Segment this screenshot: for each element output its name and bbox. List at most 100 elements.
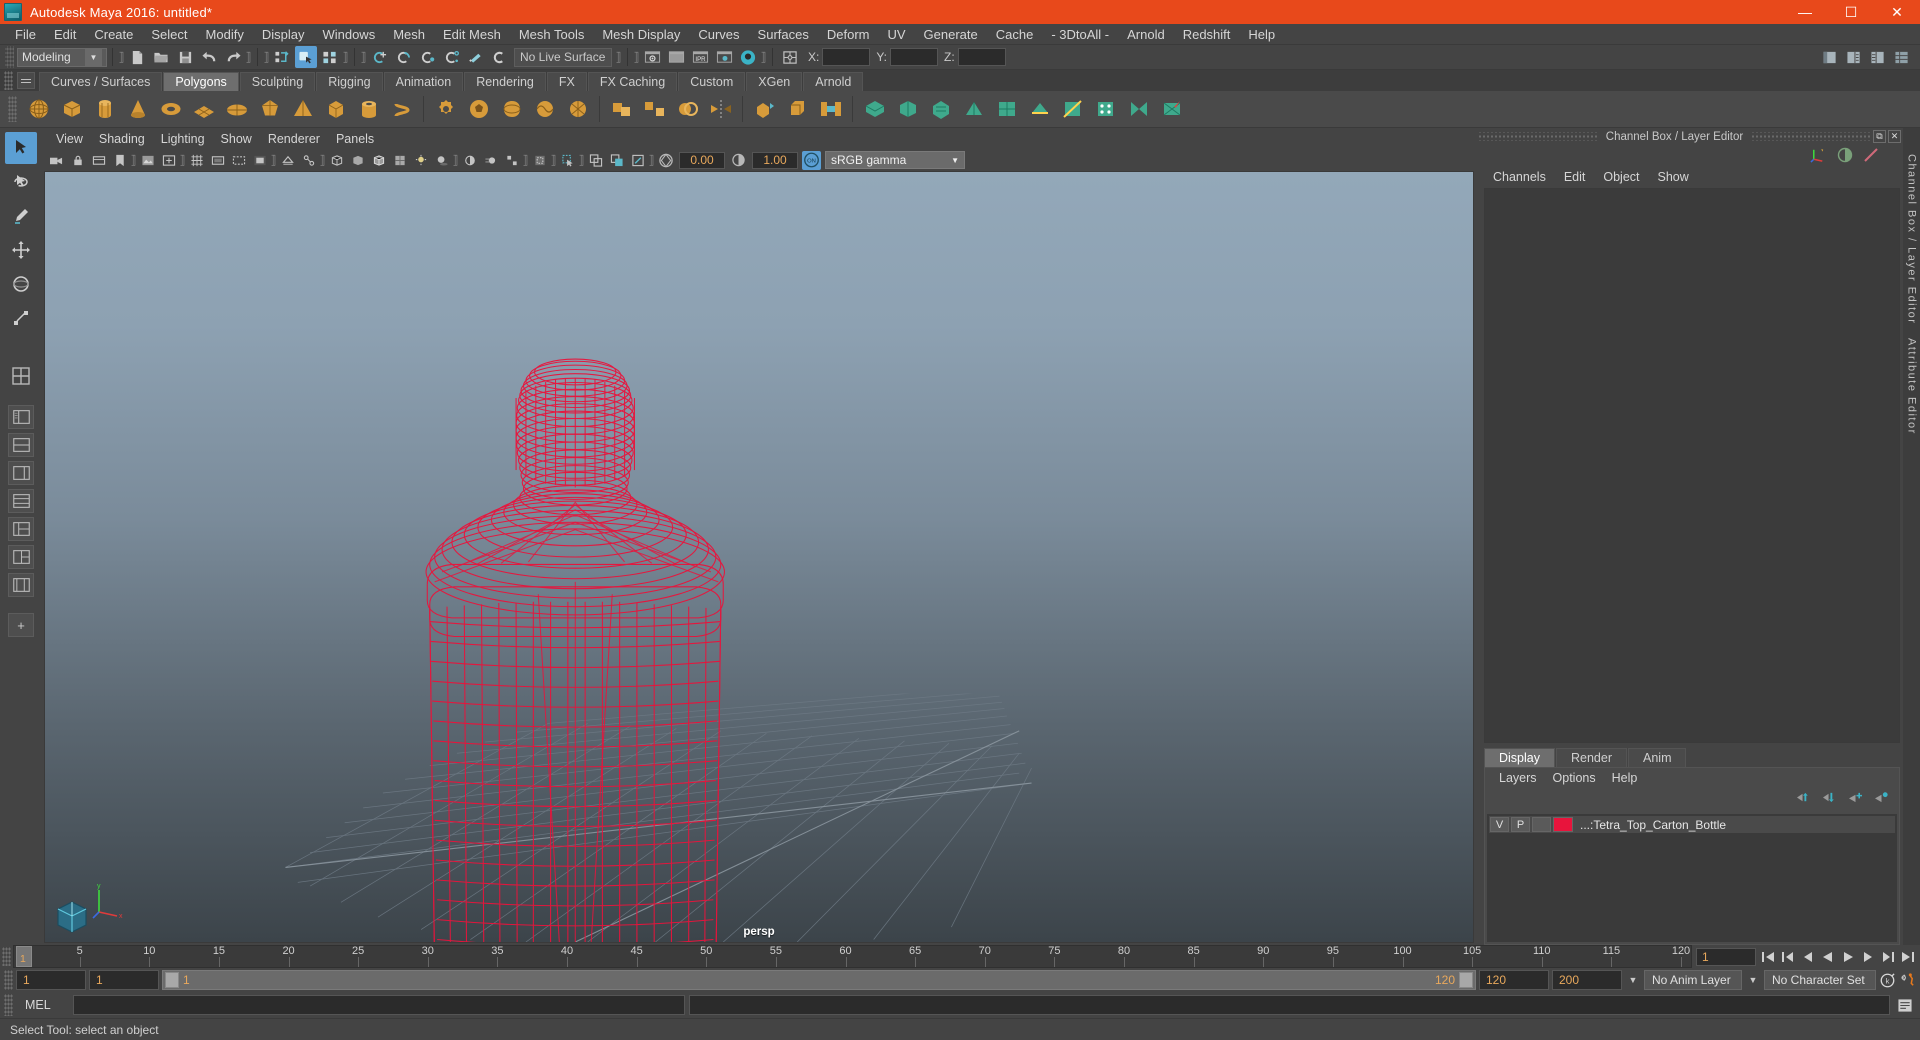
new-layer-from-selected-icon[interactable] xyxy=(1874,791,1889,807)
animation-end-field[interactable]: 200 xyxy=(1552,970,1622,990)
time-slider-grip[interactable] xyxy=(2,947,11,966)
paint-select-tool[interactable] xyxy=(5,200,37,232)
menu-set-selector[interactable]: Modeling ▼ xyxy=(17,47,107,67)
new-layer-icon[interactable] xyxy=(1848,791,1863,807)
layer-row[interactable]: V P ...:Tetra_Top_Carton_Bottle xyxy=(1489,816,1895,833)
redo-icon[interactable] xyxy=(222,46,244,68)
poly-cylinder-icon[interactable] xyxy=(90,94,120,124)
play-backwards-icon[interactable] xyxy=(1819,948,1836,966)
poly-platonic-icon[interactable] xyxy=(255,94,285,124)
viewport-menu-lighting[interactable]: Lighting xyxy=(153,130,213,149)
lasso-select-tool[interactable] xyxy=(5,166,37,198)
snap-to-projected-center-icon[interactable] xyxy=(440,46,462,68)
side-tab-channel-box[interactable]: Channel Box / Layer Editor xyxy=(1906,154,1918,324)
menu-mesh-tools[interactable]: Mesh Tools xyxy=(510,24,594,45)
poly-ultra-shape-icon[interactable] xyxy=(563,94,593,124)
viewport-menu-renderer[interactable]: Renderer xyxy=(260,130,328,149)
color-management-select[interactable]: sRGB gamma ▼ xyxy=(825,151,965,169)
channel-menu-channels[interactable]: Channels xyxy=(1484,167,1555,187)
two-d-pan-zoom-icon[interactable] xyxy=(159,151,178,170)
layer-list[interactable]: V P ...:Tetra_Top_Carton_Bottle xyxy=(1487,814,1897,942)
quick-layout-four-view[interactable] xyxy=(5,360,37,392)
menu-edit-mesh[interactable]: Edit Mesh xyxy=(434,24,510,45)
rotate-tool[interactable] xyxy=(5,268,37,300)
toolbar-grip[interactable] xyxy=(5,46,14,68)
shelf-tab-curves-surfaces[interactable]: Curves / Surfaces xyxy=(39,72,163,91)
menu-deform[interactable]: Deform xyxy=(818,24,879,45)
shelf-tab-polygons[interactable]: Polygons xyxy=(163,72,239,91)
menu-windows[interactable]: Windows xyxy=(313,24,384,45)
menu-cache[interactable]: Cache xyxy=(987,24,1043,45)
gate-mask-icon[interactable] xyxy=(250,151,269,170)
xray-toggle-icon[interactable] xyxy=(278,151,297,170)
go-to-start-icon[interactable] xyxy=(1759,948,1776,966)
snap-to-curve-icon[interactable] xyxy=(392,46,414,68)
open-scene-icon[interactable] xyxy=(150,46,172,68)
command-line-grip[interactable] xyxy=(4,994,13,1016)
shelf-tab-custom[interactable]: Custom xyxy=(678,72,746,91)
marquee-select-icon[interactable] xyxy=(558,151,577,170)
menu-mesh-display[interactable]: Mesh Display xyxy=(593,24,689,45)
menu-create[interactable]: Create xyxy=(85,24,142,45)
scale-tool[interactable] xyxy=(5,302,37,334)
close-panel-button[interactable]: ✕ xyxy=(1888,130,1902,143)
quick-layout-more[interactable] xyxy=(8,573,34,597)
channel-menu-show[interactable]: Show xyxy=(1649,167,1698,187)
ipr-render-icon[interactable]: IPR xyxy=(689,46,711,68)
layer-playback-toggle[interactable]: P xyxy=(1511,817,1530,832)
shelf-tab-fx[interactable]: FX xyxy=(546,72,587,91)
side-tab-attribute-editor[interactable]: Attribute Editor xyxy=(1906,338,1918,435)
layer-shading-toggle[interactable] xyxy=(1532,817,1551,832)
anim-layer-chevron-down-icon[interactable]: ▼ xyxy=(1625,970,1641,990)
camera-attributes-icon[interactable] xyxy=(89,151,108,170)
render-current-frame-icon[interactable] xyxy=(665,46,687,68)
shaded-icon[interactable] xyxy=(348,151,367,170)
attribute-editor-icon[interactable] xyxy=(1837,147,1853,166)
show-hide-channel-box-icon[interactable] xyxy=(1891,46,1913,68)
snap-to-point-icon[interactable] xyxy=(416,46,438,68)
undo-icon[interactable] xyxy=(198,46,220,68)
viewport-menu-view[interactable]: View xyxy=(48,130,91,149)
shelf-menu-icon[interactable] xyxy=(17,72,35,89)
layer-tab-render[interactable]: Render xyxy=(1556,748,1627,767)
viewport-menu-shading[interactable]: Shading xyxy=(91,130,153,149)
make-live-icon[interactable] xyxy=(488,46,510,68)
command-language-label[interactable]: MEL xyxy=(17,998,69,1012)
smooth-icon[interactable] xyxy=(860,94,890,124)
select-tool[interactable] xyxy=(5,132,37,164)
current-frame-field[interactable]: 1 xyxy=(1696,947,1756,966)
menu-generate[interactable]: Generate xyxy=(915,24,987,45)
layer-color-swatch[interactable] xyxy=(1553,817,1573,832)
film-gate-icon[interactable] xyxy=(208,151,227,170)
snapshot-icon[interactable] xyxy=(628,151,647,170)
wireframe-icon[interactable] xyxy=(327,151,346,170)
layer-tab-display[interactable]: Display xyxy=(1484,748,1555,767)
image-plane-icon[interactable] xyxy=(138,151,157,170)
script-editor-icon[interactable] xyxy=(1894,995,1916,1015)
layer-menu-help[interactable]: Help xyxy=(1604,768,1646,788)
poly-cone-icon[interactable] xyxy=(123,94,153,124)
range-slider-grip[interactable] xyxy=(4,970,13,990)
play-forwards-icon[interactable] xyxy=(1839,948,1856,966)
ao-icon[interactable] xyxy=(460,151,479,170)
viewport-menu-show[interactable]: Show xyxy=(213,130,260,149)
triangulate-icon[interactable] xyxy=(959,94,989,124)
shelf-tab-fx-caching[interactable]: FX Caching xyxy=(587,72,678,91)
render-view-icon[interactable] xyxy=(641,46,663,68)
wireframe-on-shaded-icon[interactable] xyxy=(369,151,388,170)
menu-display[interactable]: Display xyxy=(253,24,314,45)
poly-pipe-icon[interactable] xyxy=(354,94,384,124)
isolate-select-icon[interactable] xyxy=(530,151,549,170)
multisample-icon[interactable] xyxy=(502,151,521,170)
menu-help[interactable]: Help xyxy=(1239,24,1284,45)
snap-to-view-plane-icon[interactable] xyxy=(464,46,486,68)
viewport-menu-panels[interactable]: Panels xyxy=(328,130,382,149)
poly-plane-icon[interactable] xyxy=(189,94,219,124)
layer-menu-layers[interactable]: Layers xyxy=(1491,768,1545,788)
animation-preferences-icon[interactable] xyxy=(1899,971,1916,989)
menu-3dtoall[interactable]: - 3DtoAll - xyxy=(1042,24,1118,45)
character-set-chevron-down-icon[interactable]: ▼ xyxy=(1745,970,1761,990)
y-coord-field[interactable] xyxy=(890,48,939,66)
grid-toggle-icon[interactable] xyxy=(187,151,206,170)
channel-menu-object[interactable]: Object xyxy=(1594,167,1648,187)
